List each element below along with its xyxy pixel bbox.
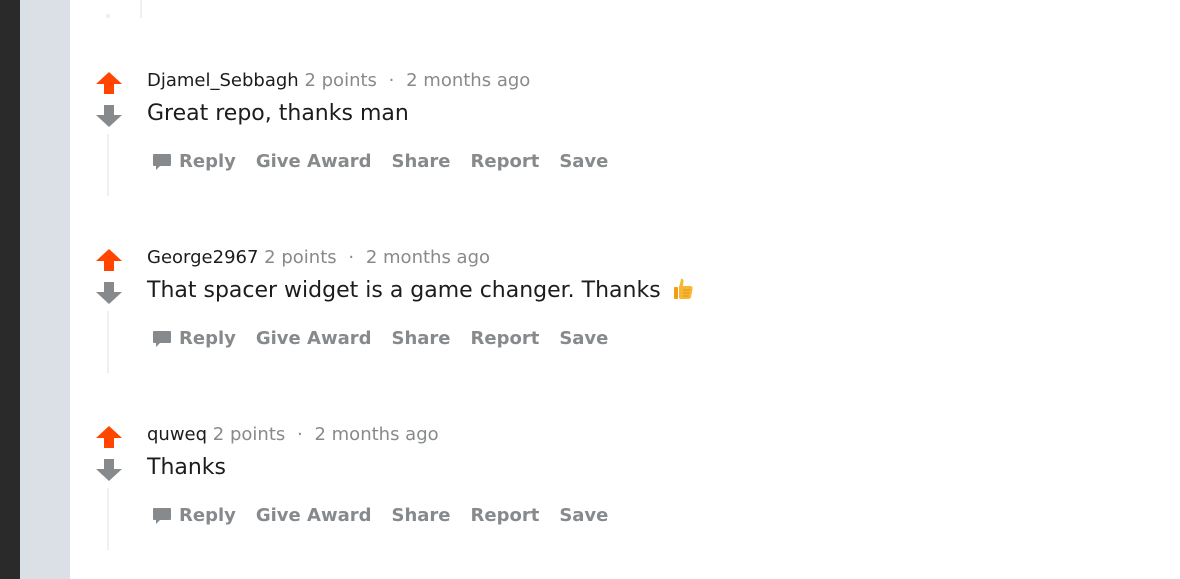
comment-meta: quweq 2 points · 2 months ago [147, 424, 439, 445]
comment-body: That spacer widget is a game changer. Th… [147, 278, 694, 303]
comment-meta: Djamel_Sebbagh 2 points · 2 months ago [147, 70, 530, 91]
share-button[interactable]: Share [391, 328, 450, 349]
meta-separator: · [348, 247, 355, 268]
comment-text: Thanks [147, 455, 227, 480]
thread-collapse-line[interactable] [107, 134, 109, 196]
upvote-arrow-icon[interactable] [96, 426, 122, 448]
upvote-arrow-icon[interactable] [96, 72, 122, 94]
comment-body: Thanks [147, 455, 226, 480]
comment-author[interactable]: Djamel_Sebbagh [147, 70, 299, 91]
downvote-arrow-icon[interactable] [96, 105, 122, 127]
thumbs-up-icon [673, 278, 693, 299]
reply-label: Reply [179, 151, 236, 172]
downvote-arrow-icon[interactable] [96, 282, 122, 304]
thread-collapse-line[interactable] [107, 488, 109, 550]
comment-actions: Reply Give Award Share Report Save [152, 328, 628, 349]
reply-label: Reply [179, 328, 236, 349]
reply-button[interactable]: Reply [152, 151, 236, 172]
comment-points: 2 points [212, 424, 286, 445]
comment-text: Great repo, thanks man [147, 101, 409, 126]
reply-bubble-icon [153, 330, 171, 347]
comment-author[interactable]: George2967 [147, 247, 258, 268]
comment-time[interactable]: 2 months ago [314, 424, 438, 445]
reply-button[interactable]: Reply [152, 505, 236, 526]
share-button[interactable]: Share [391, 151, 450, 172]
comment-meta: George2967 2 points · 2 months ago [147, 247, 490, 268]
share-button[interactable]: Share [391, 505, 450, 526]
comment: Djamel_Sebbagh 2 points · 2 months ago G… [92, 70, 992, 202]
reply-button[interactable]: Reply [152, 328, 236, 349]
save-button[interactable]: Save [559, 505, 608, 526]
upvote-arrow-icon[interactable] [96, 249, 122, 271]
report-button[interactable]: Report [471, 328, 540, 349]
comment-body: Great repo, thanks man [147, 101, 409, 126]
comment-time[interactable]: 2 months ago [366, 247, 490, 268]
comment-author[interactable]: quweq [147, 424, 207, 445]
thread-line-dot [106, 14, 110, 18]
give-award-button[interactable]: Give Award [256, 328, 372, 349]
save-button[interactable]: Save [559, 328, 608, 349]
comment-time[interactable]: 2 months ago [406, 70, 530, 91]
comment-actions: Reply Give Award Share Report Save [152, 151, 628, 172]
give-award-button[interactable]: Give Award [256, 151, 372, 172]
report-button[interactable]: Report [471, 151, 540, 172]
reply-bubble-icon [153, 507, 171, 524]
save-button[interactable]: Save [559, 151, 608, 172]
parent-thread-line[interactable] [140, 0, 142, 18]
page-gutter [20, 0, 70, 579]
report-button[interactable]: Report [471, 505, 540, 526]
comment: George2967 2 points · 2 months ago That … [92, 247, 992, 379]
reply-label: Reply [179, 505, 236, 526]
comment-points: 2 points [264, 247, 337, 268]
left-edge-panel [0, 0, 20, 579]
reply-bubble-icon [153, 153, 171, 170]
downvote-arrow-icon[interactable] [96, 459, 122, 481]
thread-collapse-line[interactable] [107, 311, 109, 373]
meta-separator: · [297, 424, 303, 445]
comment: quweq 2 points · 2 months ago Thanks Rep… [92, 424, 992, 556]
meta-separator: · [388, 70, 395, 91]
comment-points: 2 points [304, 70, 377, 91]
comments-page: Djamel_Sebbagh 2 points · 2 months ago G… [0, 0, 1180, 579]
comment-actions: Reply Give Award Share Report Save [152, 505, 628, 526]
give-award-button[interactable]: Give Award [256, 505, 372, 526]
comment-text: That spacer widget is a game changer. Th… [147, 278, 661, 303]
